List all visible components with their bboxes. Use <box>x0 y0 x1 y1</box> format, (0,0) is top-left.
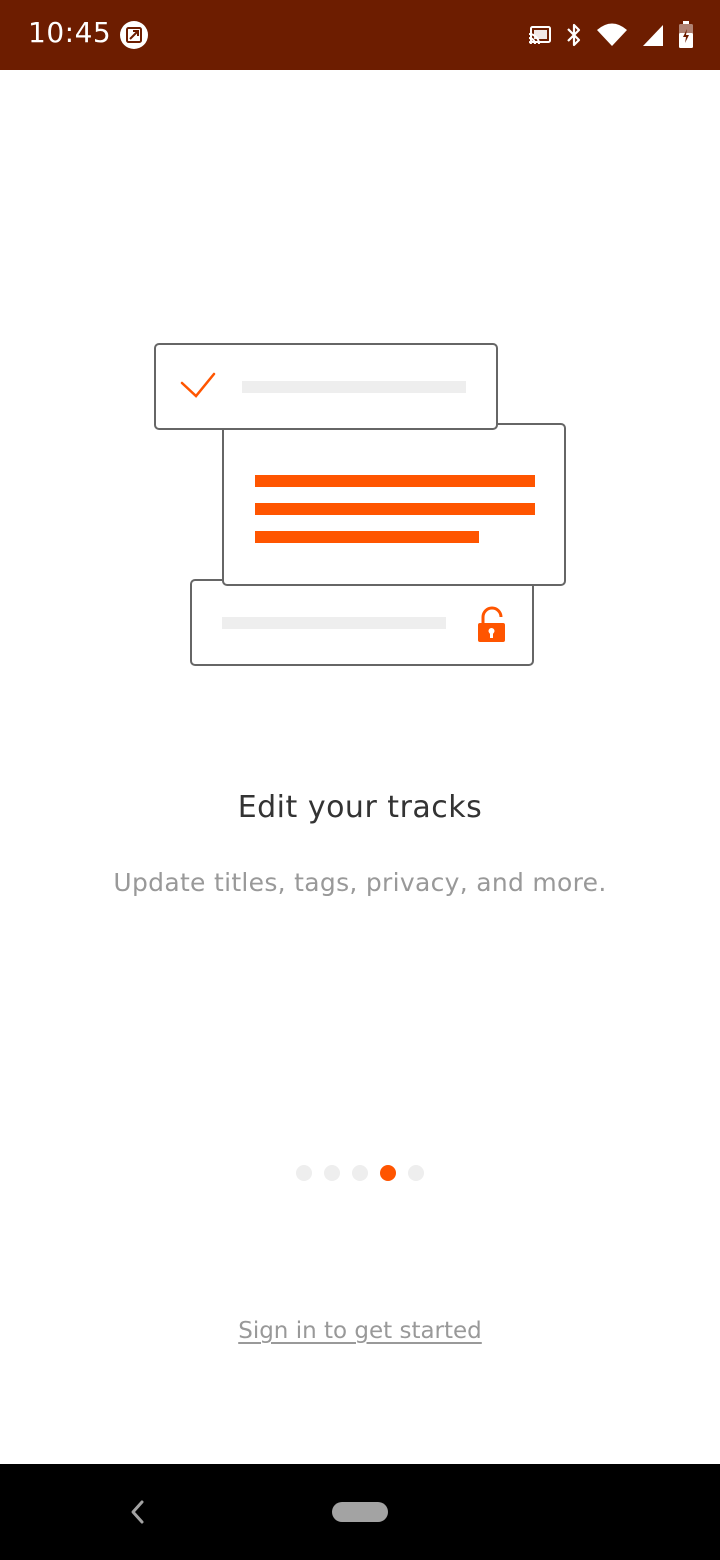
status-time: 10:45 <box>28 16 112 49</box>
back-icon[interactable] <box>124 1498 152 1526</box>
onboarding-subtitle: Update titles, tags, privacy, and more. <box>113 868 607 897</box>
signin-link[interactable]: Sign in to get started <box>238 1318 482 1344</box>
cast-icon <box>528 26 551 45</box>
wifi-icon <box>597 23 627 46</box>
bluetooth-icon <box>567 23 581 47</box>
page-dot[interactable] <box>296 1165 312 1181</box>
status-icons <box>528 18 694 52</box>
signal-icon <box>643 25 663 46</box>
status-bar: 10:45 <box>0 0 720 70</box>
text-card <box>222 423 566 586</box>
battery-icon <box>679 21 693 48</box>
page-dot[interactable] <box>352 1165 368 1181</box>
page-dot-active[interactable] <box>380 1165 396 1181</box>
onboarding-screen: 10:45 Edit your tracks Update titles, ta… <box>0 0 720 1560</box>
privacy-card <box>190 579 534 666</box>
edit-tracks-illustration <box>154 343 566 666</box>
page-dot[interactable] <box>408 1165 424 1181</box>
signin-link-container: Sign in to get started <box>0 1318 720 1344</box>
image-icon <box>120 21 148 49</box>
page-indicator <box>0 1165 720 1181</box>
home-pill-icon[interactable] <box>332 1502 388 1522</box>
page-dot[interactable] <box>324 1165 340 1181</box>
navigation-bar <box>0 1464 720 1560</box>
onboarding-title: Edit your tracks <box>237 790 483 825</box>
title-card <box>154 343 498 430</box>
